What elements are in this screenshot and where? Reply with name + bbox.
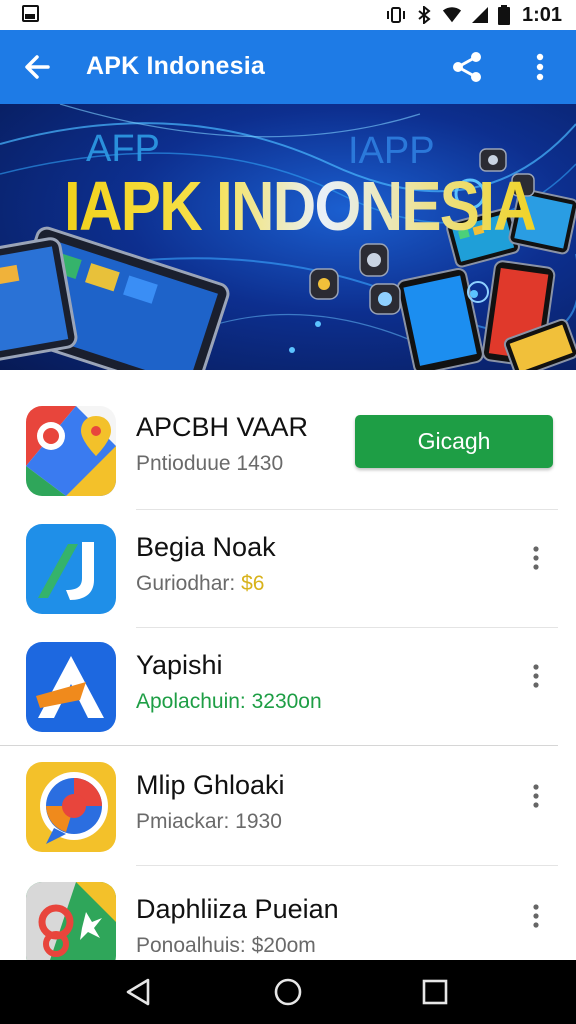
back-triangle-icon[interactable]	[120, 974, 156, 1010]
app-subtitle: Ponoalhuis: $20om	[136, 934, 316, 957]
wifi-icon	[442, 7, 462, 23]
bluetooth-icon	[418, 6, 431, 24]
promo-banner[interactable]: AFP IAPP IAPK INDONESIA	[0, 104, 576, 370]
more-vert-icon[interactable]	[520, 900, 552, 932]
battery-icon	[497, 5, 510, 25]
install-button[interactable]: Gicagh	[355, 415, 553, 468]
app-subtitle: Guriodhar: $6	[136, 572, 264, 596]
share-icon[interactable]	[448, 47, 488, 87]
screen: 1:01 APK Indonesia AFP IAPP IAPK INDONES…	[0, 0, 576, 1024]
status-time: 1:01	[521, 3, 562, 26]
more-vert-icon[interactable]	[520, 780, 552, 812]
app-bar: APK Indonesia	[0, 30, 576, 104]
status-bar: 1:01	[0, 0, 576, 30]
app-name: Yapishi	[136, 650, 223, 680]
app-name: Daphliiza Pueian	[136, 894, 339, 924]
notification-icon	[22, 5, 39, 22]
app-subtitle-label: Guriodhar:	[136, 572, 242, 595]
app-price: $6	[241, 572, 265, 595]
list-item[interactable]: APCBH VAAR Pntioduue 1430 Gicagh	[0, 390, 576, 510]
list-item[interactable]: Yapishi Apolachuin: 3230on	[0, 626, 576, 746]
app-subtitle: Apolachuin: 3230on	[136, 690, 322, 713]
a-app-icon	[26, 642, 116, 732]
signal-icon	[471, 7, 488, 23]
more-vert-icon[interactable]	[520, 660, 552, 692]
back-arrow-icon[interactable]	[18, 47, 58, 87]
app-name: APCBH VAAR	[136, 412, 309, 442]
chat-bubble-icon	[26, 762, 116, 852]
puzzle-app-icon	[26, 882, 116, 972]
app-subtitle: Pmiackar: 1930	[136, 810, 282, 833]
navigation-bar	[0, 960, 576, 1024]
maps-icon	[26, 406, 116, 496]
banner-tag-left: AFP	[86, 128, 160, 170]
home-circle-icon[interactable]	[270, 974, 306, 1010]
more-vert-icon[interactable]	[520, 47, 560, 87]
vibrate-icon	[386, 7, 405, 23]
status-icons: 1:01	[386, 2, 562, 28]
banner-headline: IAPK INDONESIA	[64, 167, 537, 245]
list-item[interactable]: Mlip Ghloaki Pmiackar: 1930	[0, 746, 576, 866]
j-app-icon	[26, 524, 116, 614]
app-subtitle: Pntioduue 1430	[136, 452, 284, 475]
app-name: Mlip Ghloaki	[136, 770, 285, 800]
more-vert-icon[interactable]	[520, 542, 552, 574]
page-title: APK Indonesia	[86, 52, 266, 80]
app-list: APCBH VAAR Pntioduue 1430 Gicagh Begia N…	[0, 370, 576, 972]
app-name: Begia Noak	[136, 532, 276, 562]
list-item[interactable]: Begia Noak Guriodhar: $6	[0, 508, 576, 628]
recents-square-icon[interactable]	[417, 974, 453, 1010]
